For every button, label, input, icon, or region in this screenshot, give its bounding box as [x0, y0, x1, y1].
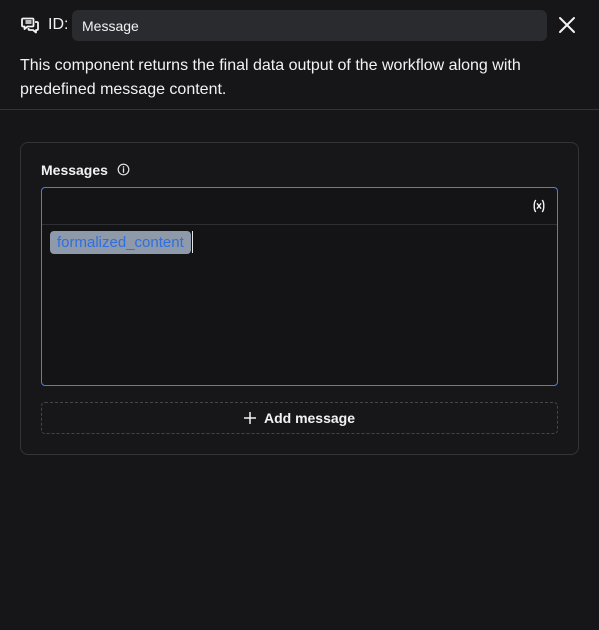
message-component-panel: ID: This component returns the final dat… [0, 0, 599, 630]
message-editor[interactable]: formalized_content [41, 187, 558, 386]
editor-body[interactable]: formalized_content [42, 225, 557, 385]
add-message-label: Add message [263, 410, 356, 426]
component-id-input[interactable] [72, 10, 547, 41]
component-description: This component returns the final data ou… [20, 57, 521, 98]
messages-card: Messages formalized_content Add message [20, 142, 579, 455]
messages-label: Messages [41, 162, 108, 178]
info-icon[interactable] [117, 163, 130, 176]
variable-token[interactable]: formalized_content [50, 231, 191, 254]
variable-icon[interactable] [531, 198, 547, 214]
text-caret [192, 231, 193, 253]
close-icon[interactable] [556, 14, 578, 36]
message-icon [21, 17, 39, 34]
header-divider [0, 109, 599, 110]
add-message-button[interactable]: Add message [41, 402, 558, 434]
panel-header: ID: [0, 0, 599, 50]
plus-icon [243, 412, 256, 424]
id-label: ID: [48, 16, 69, 33]
editor-toolbar [42, 188, 557, 225]
